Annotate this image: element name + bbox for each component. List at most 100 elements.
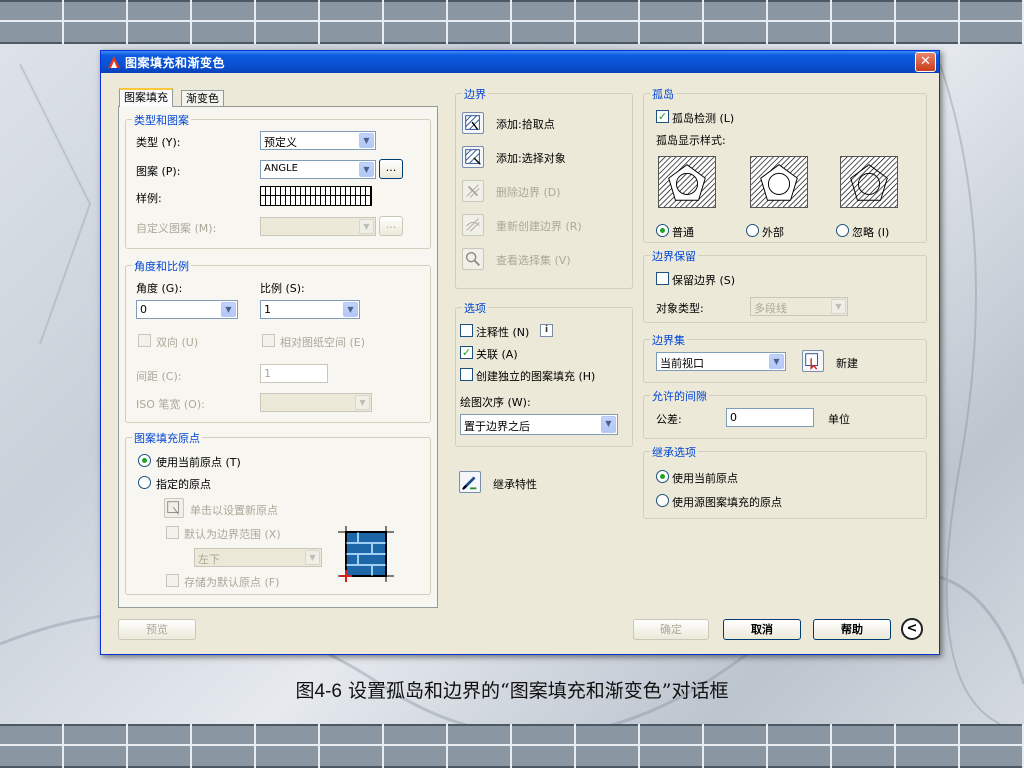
use-current-origin-radio[interactable]	[138, 454, 151, 467]
figure-number: 图4-6	[295, 681, 342, 702]
retain-boundaries-checkbox[interactable]	[656, 272, 669, 285]
preview-button[interactable]: 预览	[118, 619, 196, 640]
chevron-down-icon: ▼	[769, 354, 784, 369]
store-default-label: 存储为默认原点 (F)	[184, 576, 280, 589]
figure-caption-text: 设置孤岛和边界的“图案填充和渐变色”对话框	[348, 680, 729, 702]
view-selections-button[interactable]	[462, 248, 484, 270]
group-title: 允许的间隙	[650, 388, 709, 404]
pick-points-icon	[465, 115, 480, 130]
object-type-select[interactable]: 多段线 ▼	[750, 297, 848, 316]
group-title: 边界	[462, 86, 488, 102]
retain-boundaries-label: 保留边界 (S)	[672, 274, 736, 287]
tab-gradient[interactable]: 渐变色	[181, 90, 224, 107]
hatch-gradient-dialog: 图案填充和渐变色 ✕ 图案填充 渐变色 类型和图案 类型 (Y): 预定义 ▼ …	[100, 50, 940, 655]
info-icon[interactable]: i	[540, 324, 553, 337]
draw-order-select[interactable]: 置于边界之后 ▼	[460, 414, 618, 435]
annotative-label: 注释性 (N)	[476, 326, 530, 339]
close-button[interactable]: ✕	[915, 52, 936, 72]
chevron-down-icon: ▼	[305, 550, 320, 565]
pattern-label: 图案 (P):	[136, 165, 181, 178]
chevron-down-icon: ▼	[359, 133, 374, 148]
select-objects-icon	[465, 149, 481, 165]
type-select[interactable]: 预定义 ▼	[260, 131, 376, 150]
inherit-properties-button[interactable]	[459, 471, 481, 493]
new-set-cursor-icon	[805, 353, 818, 370]
custom-browse-button[interactable]: ...	[379, 216, 403, 236]
island-ignore-icon[interactable]	[840, 156, 898, 208]
collapse-arrow-icon[interactable]: <	[901, 618, 923, 640]
extent-position-value: 左下	[198, 553, 220, 566]
add-pick-points-button[interactable]	[462, 112, 484, 134]
remove-boundary-icon	[466, 184, 480, 198]
island-style-label: 孤岛显示样式:	[656, 134, 726, 147]
help-button[interactable]: 帮助	[813, 619, 891, 640]
retain-boundaries-group: 边界保留 保留边界 (S) 对象类型: 多段线 ▼	[643, 248, 927, 323]
iso-pen-label: ISO 笔宽 (O):	[136, 398, 205, 411]
island-normal-radio[interactable]	[656, 224, 669, 237]
draw-order-value: 置于边界之后	[464, 420, 530, 433]
cancel-button[interactable]: 取消	[723, 619, 801, 640]
group-title: 继承选项	[650, 444, 698, 460]
scale-select[interactable]: 1 ▼	[260, 300, 360, 319]
remove-boundaries-button[interactable]	[462, 180, 484, 202]
relative-paper-checkbox[interactable]	[262, 334, 275, 347]
type-label: 类型 (Y):	[136, 136, 181, 149]
relative-paper-label: 相对图纸空间 (E)	[280, 336, 366, 349]
add-select-objects-label: 添加:选择对象	[496, 152, 566, 165]
type-pattern-group: 类型和图案 类型 (Y): 预定义 ▼ 图案 (P): ANGLE ▼ ... …	[125, 112, 431, 249]
recreate-boundary-icon	[466, 218, 480, 232]
iso-pen-select[interactable]: ▼	[260, 393, 372, 412]
island-ignore-radio[interactable]	[836, 224, 849, 237]
island-outer-label: 外部	[762, 226, 784, 239]
island-normal-label: 普通	[672, 226, 694, 239]
new-boundary-set-button[interactable]	[802, 350, 824, 372]
draw-order-label: 绘图次序 (W):	[460, 396, 531, 409]
inherit-current-origin-label: 使用当前原点	[672, 472, 738, 485]
pattern-select[interactable]: ANGLE ▼	[260, 160, 376, 179]
island-outer-icon[interactable]	[750, 156, 808, 208]
island-outer-radio[interactable]	[746, 224, 759, 237]
default-extent-checkbox[interactable]	[166, 526, 179, 539]
boundary-set-value: 当前视口	[660, 357, 704, 370]
angle-value: 0	[140, 303, 147, 316]
ok-button[interactable]: 确定	[633, 619, 709, 640]
object-type-label: 对象类型:	[656, 302, 704, 315]
inherit-brush-icon	[462, 476, 477, 490]
inherit-current-origin-radio[interactable]	[656, 470, 669, 483]
annotative-checkbox[interactable]	[460, 324, 473, 337]
dialog-title: 图案填充和渐变色	[125, 56, 226, 70]
custom-pattern-select[interactable]: ▼	[260, 217, 376, 236]
boundary-set-select[interactable]: 当前视口 ▼	[656, 352, 786, 371]
separate-hatch-checkbox[interactable]	[460, 368, 473, 381]
tab-hatch[interactable]: 图案填充	[119, 88, 173, 107]
chevron-down-icon: ▼	[831, 299, 846, 314]
store-default-checkbox[interactable]	[166, 574, 179, 587]
tolerance-input[interactable]: 0	[726, 408, 814, 427]
double-checkbox[interactable]	[138, 334, 151, 347]
hatch-origin-group: 图案填充原点 使用当前原点 (T) 指定的原点 单击以设置新原点 默认为边界范围…	[125, 430, 431, 595]
island-ignore-label: 忽略 (I)	[852, 226, 890, 239]
add-select-objects-button[interactable]	[462, 146, 484, 168]
remove-boundaries-label: 删除边界 (D)	[496, 186, 561, 199]
spacing-input[interactable]: 1	[260, 364, 328, 383]
sample-label: 样例:	[136, 192, 162, 205]
associative-checkbox[interactable]: ✓	[460, 346, 473, 359]
pattern-sample-swatch[interactable]	[260, 186, 372, 206]
recreate-boundary-button[interactable]	[462, 214, 484, 236]
group-title: 孤岛	[650, 86, 676, 102]
specified-origin-radio[interactable]	[138, 476, 151, 489]
island-detect-checkbox[interactable]: ✓	[656, 110, 669, 123]
add-pick-points-label: 添加:拾取点	[496, 118, 555, 131]
pattern-browse-button[interactable]: ...	[379, 159, 403, 179]
top-brick-band	[0, 0, 1024, 44]
inherit-source-origin-radio[interactable]	[656, 494, 669, 507]
island-normal-icon[interactable]	[658, 156, 716, 208]
dialog-titlebar[interactable]: 图案填充和渐变色 ✕	[101, 51, 939, 73]
separate-hatch-label: 创建独立的图案填充 (H)	[476, 370, 596, 383]
set-origin-button[interactable]	[164, 498, 184, 518]
extent-position-select[interactable]: 左下 ▼	[194, 548, 322, 567]
chevron-down-icon: ▼	[221, 302, 236, 317]
custom-pattern-label: 自定义图案 (M):	[136, 222, 217, 235]
angle-select[interactable]: 0 ▼	[136, 300, 238, 319]
island-detect-label: 孤岛检测 (L)	[672, 112, 735, 125]
